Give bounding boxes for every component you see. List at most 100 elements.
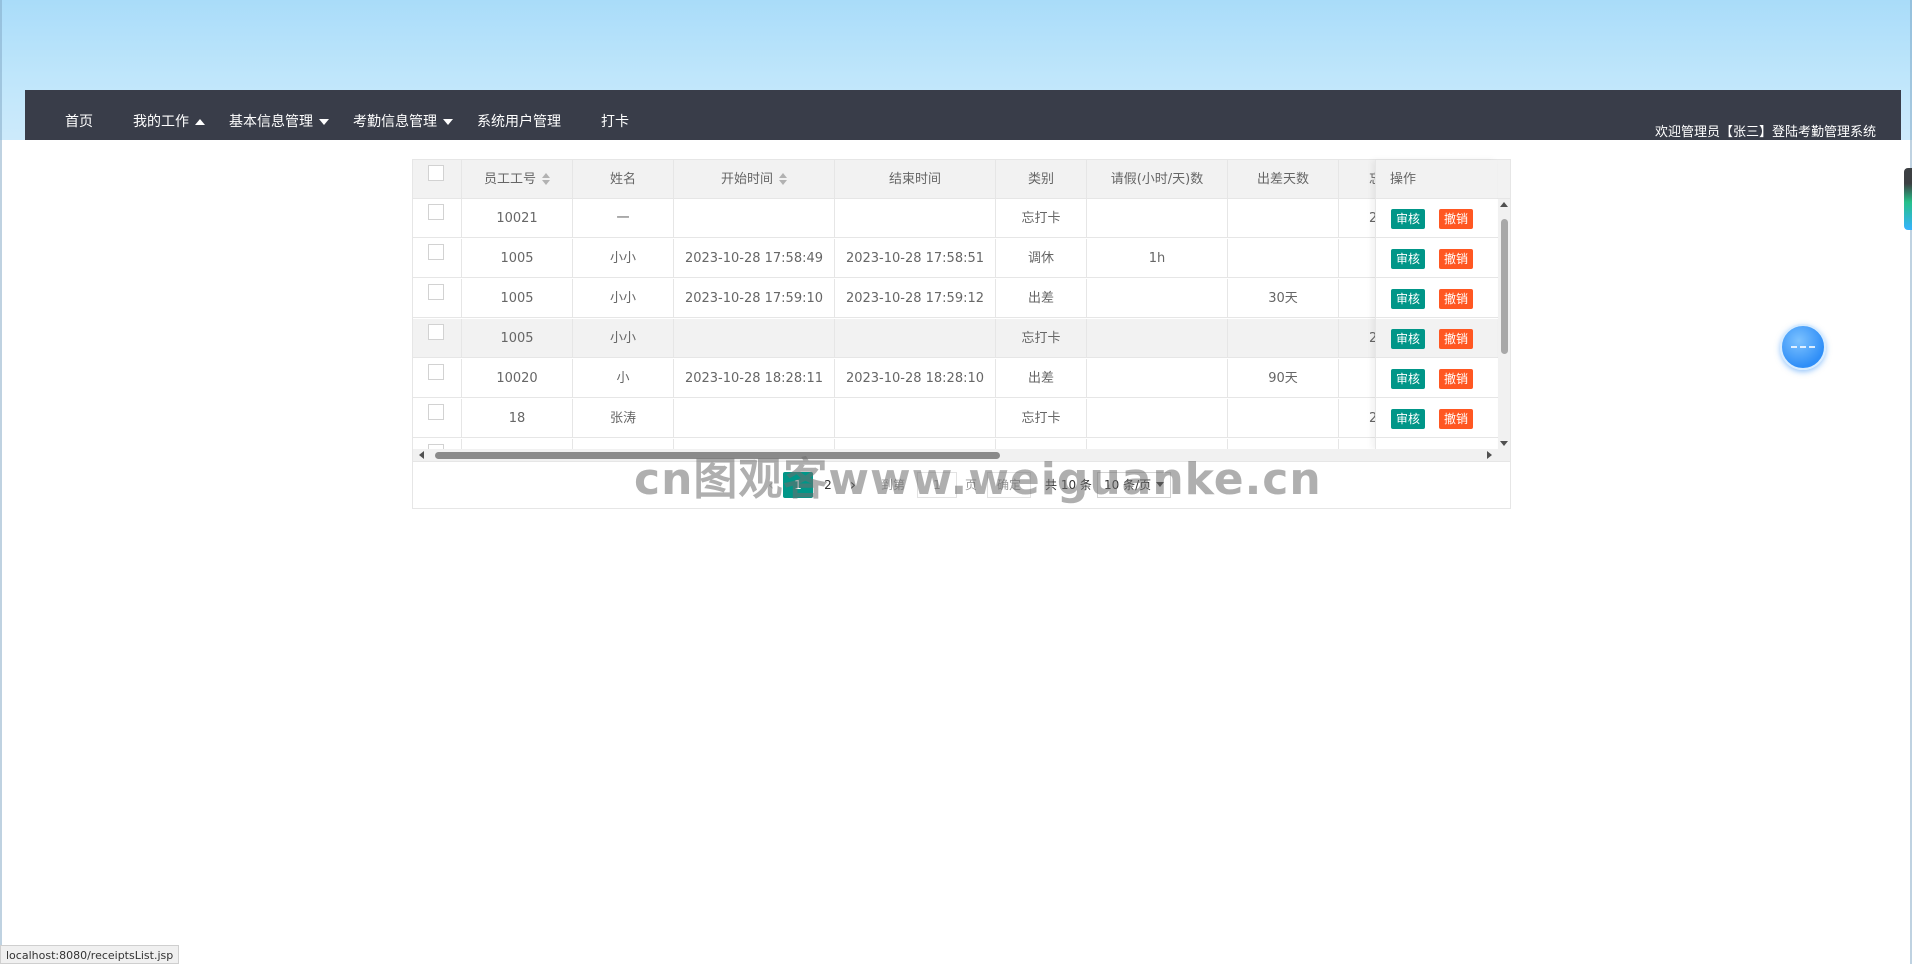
watermark-text: cn图观客www.weiguanke.cn (634, 454, 1322, 505)
scroll-up-icon[interactable] (1500, 202, 1508, 207)
sort-arrows-icon[interactable] (779, 172, 787, 185)
audit-button[interactable]: 审核 (1391, 369, 1426, 389)
row-select-cell[interactable] (413, 279, 462, 318)
audit-button[interactable]: 审核 (1391, 409, 1426, 429)
row-checkbox[interactable] (428, 244, 444, 260)
scroll-right-icon[interactable] (1487, 451, 1492, 459)
audit-button[interactable]: 审核 (1391, 209, 1426, 229)
cell-name: 小小 (573, 319, 674, 358)
cell-start (674, 199, 835, 238)
cell-type: 忘打卡 (996, 319, 1087, 358)
vertical-scrollbar[interactable] (1498, 199, 1510, 449)
cell-type: 调休 (996, 239, 1087, 278)
nav-basic-info-label: 基本信息管理 (229, 114, 313, 130)
cell-type: 忘打卡 (996, 199, 1087, 238)
cell-trip: 30天 (1228, 279, 1339, 318)
header-emp-id[interactable]: 员工工号 (462, 160, 573, 199)
row-select-cell[interactable] (413, 239, 462, 278)
cell-end (835, 199, 996, 238)
cell-start (674, 319, 835, 358)
revoke-button[interactable]: 撤销 (1439, 409, 1474, 429)
cell-name: 张涛 (573, 399, 674, 438)
row-checkbox[interactable] (428, 284, 444, 300)
header-trip: 出差天数 (1228, 160, 1339, 199)
row-checkbox[interactable] (428, 324, 444, 340)
row-checkbox[interactable] (428, 204, 444, 220)
table-row[interactable]: 1005 小小 忘打卡 2 (413, 319, 1510, 358)
cell-name: 一 (573, 199, 674, 238)
cell-end (835, 319, 996, 358)
table-body[interactable]: 10021 一忘打卡 2 1005 小小 2023-10-28 17:58:49 2023-… (413, 199, 1510, 449)
header-type: 类别 (996, 160, 1087, 199)
table-row[interactable]: 18 张涛 忘打卡 2 (413, 399, 1510, 438)
header-select-all[interactable] (413, 160, 462, 199)
header-ops: 操作 (1376, 160, 1497, 199)
nav-users[interactable]: 系统用户管理 (477, 111, 561, 131)
row-select-cell[interactable] (413, 439, 462, 449)
row-checkbox[interactable] (428, 364, 444, 380)
audit-button[interactable]: 审核 (1391, 329, 1426, 349)
scroll-left-icon[interactable] (419, 451, 424, 459)
cell-leave: 1h (1087, 239, 1228, 278)
side-widget-tab[interactable] (1904, 168, 1912, 230)
table-row[interactable]: 1005 小小 2023-10-28 17:59:10 2023-10-28 17:5… (413, 279, 1510, 318)
nav-my-work[interactable]: 我的工作 (133, 111, 205, 131)
float-ball-line (1791, 346, 1815, 348)
row-select-cell[interactable] (413, 359, 462, 398)
ops-row: 审核撤销 (1376, 199, 1497, 238)
cell-emp-id: 10021 (462, 199, 573, 238)
revoke-button[interactable]: 撤销 (1439, 329, 1474, 349)
cell-end: 2023-10-28 17:59:12 (835, 279, 996, 318)
cell-emp-id: 1005 (462, 239, 573, 278)
header-start-label: 开始时间 (720, 172, 773, 187)
cell-trip (1228, 399, 1339, 438)
sort-arrows-icon[interactable] (542, 172, 550, 185)
cell-start: 2023-10-28 17:59:10 (674, 279, 835, 318)
nav-attendance-label: 考勤信息管理 (353, 114, 437, 130)
table-row[interactable]: 10020 小 2023-10-28 18:28:11 2023-10-28 18:2… (413, 359, 1510, 398)
cell-end: 2023-10-28 17:58:51 (835, 239, 996, 278)
cell-leave (1087, 399, 1228, 438)
header-start[interactable]: 开始时间 (674, 160, 835, 199)
revoke-button[interactable]: 撤销 (1439, 289, 1474, 309)
cell-leave (1087, 279, 1228, 318)
ops-row: 审核撤销 (1376, 399, 1497, 438)
nav-attendance[interactable]: 考勤信息管理 (353, 111, 453, 131)
table-row[interactable]: 10021 一忘打卡 2 (413, 199, 1510, 238)
cell-emp-id: 1005 (462, 279, 573, 318)
floating-assistant-icon[interactable] (1780, 324, 1826, 370)
top-navbar: 首页 我的工作 基本信息管理 考勤信息管理 系统用户管理 打卡 欢迎管理员【张三… (25, 90, 1901, 140)
audit-button[interactable]: 审核 (1391, 289, 1426, 309)
revoke-button[interactable]: 撤销 (1439, 369, 1474, 389)
select-all-checkbox[interactable] (428, 165, 444, 181)
cell-trip: 90天 (1228, 359, 1339, 398)
scroll-down-icon[interactable] (1500, 441, 1508, 446)
caret-down-icon (443, 119, 453, 125)
nav-punch[interactable]: 打卡 (601, 111, 629, 131)
row-checkbox[interactable] (428, 404, 444, 420)
caret-up-icon (195, 119, 205, 125)
row-select-cell[interactable] (413, 399, 462, 438)
row-select-cell[interactable] (413, 319, 462, 358)
cell-name: 小小 (573, 279, 674, 318)
audit-button[interactable]: 审核 (1391, 249, 1426, 269)
nav-home[interactable]: 首页 (65, 111, 93, 131)
cell-name: 小小 (573, 239, 674, 278)
cell-emp-id: 10020 (462, 359, 573, 398)
table-row[interactable]: 1005 小小 2023-10-28 17:58:49 2023-10-28 17:5… (413, 239, 1510, 278)
revoke-button[interactable]: 撤销 (1439, 209, 1474, 229)
table-header: 员工工号 姓名 开始时间 结束时间 类别 请假(小时/天)数 出差天数 忘 (413, 160, 1510, 199)
cell-start: 2023-10-28 17:58:49 (674, 239, 835, 278)
cell-emp-id: 1005 (462, 319, 573, 358)
revoke-button[interactable]: 撤销 (1439, 249, 1474, 269)
cell-emp-id: 18 (462, 399, 573, 438)
row-select-cell[interactable] (413, 199, 462, 238)
nav-basic-info[interactable]: 基本信息管理 (229, 111, 329, 131)
cell-type: 出差 (996, 279, 1087, 318)
frame-border-left (0, 0, 2, 964)
header-end: 结束时间 (835, 160, 996, 199)
ops-row: 审核撤销 (1376, 239, 1497, 278)
cell-trip (1228, 199, 1339, 238)
vertical-scroll-thumb[interactable] (1501, 219, 1508, 354)
ops-fixed-column: 操作 审核撤销审核撤销审核撤销审核撤销审核撤销审核撤销审核撤销 (1375, 160, 1497, 449)
